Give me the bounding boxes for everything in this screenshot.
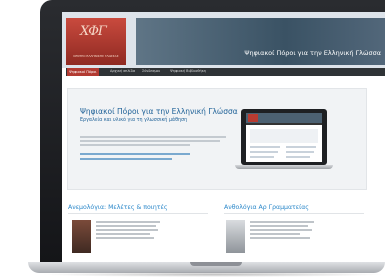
banner-title: Ψηφιακοί Πόροι για την Ελληνική Γλώσσα [244,49,381,57]
hero-link[interactable] [80,153,190,155]
hero-link[interactable] [80,158,190,160]
hero-laptop-image [235,109,333,173]
nav-item-resources[interactable]: Ψηφιακοί Πόροι [67,68,99,76]
main-navigation: Ψηφιακοί Πόροι Αρχική σελίδα Σύνδεσμοι Ψ… [66,68,385,76]
section-divider [68,213,208,214]
section-divider [224,213,364,214]
laptop-shadow [40,272,385,277]
article-excerpt [96,221,162,241]
header-banner: Ψηφιακοί Πόροι για την Ελληνική Γλώσσα [136,18,385,65]
nav-item-home[interactable]: Αρχική σελίδα [110,69,135,73]
hero-subtitle: Εργαλεία και υλικό για τη γλωσσική μάθησ… [80,118,188,123]
hero-text-lines [80,136,226,146]
site-logo[interactable]: ΧΦΓ ΚΕΝΤΡΟ ΕΛΛΗΝΙΚΗΣ ΓΛΩΣΣΑΣ [66,18,126,65]
section-title-left[interactable]: Ανεμολόγια: Μελέτες & ποιητές [68,204,167,211]
section-title-right[interactable]: Ανθολόγια Αρ Γραμματείας [224,204,309,211]
nav-item-library[interactable]: Ψηφιακή Βιβλιοθήκη [170,69,206,73]
laptop-screen: ΧΦΓ ΚΕΝΤΡΟ ΕΛΛΗΝΙΚΗΣ ΓΛΩΣΣΑΣ Ψηφιακοί Πό… [62,12,385,262]
hero-title: Ψηφιακοί Πόροι για την Ελληνική Γλώσσα [80,107,238,116]
laptop-mockup: ΧΦΓ ΚΕΝΤΡΟ ΕΛΛΗΝΙΚΗΣ ΓΛΩΣΣΑΣ Ψηφιακοί Πό… [28,0,385,277]
book-cover-image[interactable] [72,220,91,253]
nav-item-links[interactable]: Σύνδεσμοι [142,69,160,73]
logo-text: ΧΦΓ [80,24,107,39]
article-excerpt [250,221,316,241]
book-cover-image[interactable] [226,220,245,253]
hero-panel: Ψηφιακοί Πόροι για την Ελληνική Γλώσσα Ε… [67,88,367,190]
site-header: ΧΦΓ ΚΕΝΤΡΟ ΕΛΛΗΝΙΚΗΣ ΓΛΩΣΣΑΣ Ψηφιακοί Πό… [62,12,385,68]
logo-subtitle: ΚΕΝΤΡΟ ΕΛΛΗΝΙΚΗΣ ΓΛΩΣΣΑΣ [73,54,119,58]
laptop-notch [190,262,242,266]
hero-link-list [80,153,190,160]
